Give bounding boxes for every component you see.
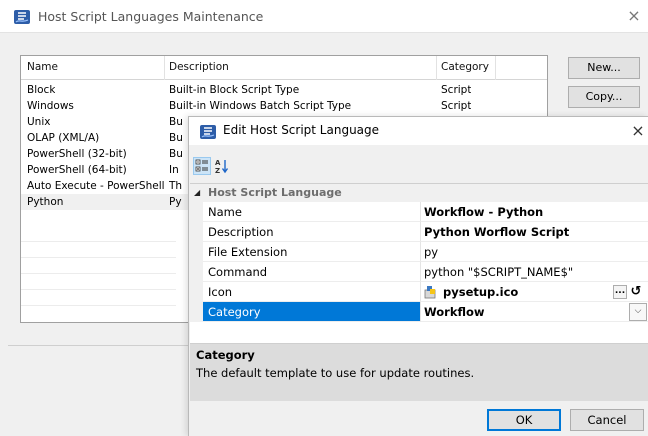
window-title: Host Script Languages Maintenance bbox=[38, 9, 264, 24]
help-title: Category bbox=[196, 348, 255, 362]
cell-name: Python bbox=[27, 196, 64, 208]
empty-row bbox=[21, 226, 176, 242]
empty-row bbox=[21, 242, 176, 258]
cell-name: Windows bbox=[27, 100, 74, 112]
window-titlebar: Host Script Languages Maintenance × bbox=[0, 0, 648, 33]
property-label: Command bbox=[203, 262, 421, 282]
divider bbox=[8, 345, 188, 346]
property-value-command[interactable]: python "$SCRIPT_NAME$" bbox=[421, 262, 648, 282]
property-value-name[interactable]: Workflow - Python bbox=[421, 202, 648, 222]
ok-button[interactable]: OK bbox=[487, 409, 561, 431]
script-app-icon bbox=[200, 125, 216, 139]
property-row-description[interactable]: Description Python Worflow Script bbox=[190, 222, 648, 242]
property-label: File Extension bbox=[203, 242, 421, 262]
cell-category: Script bbox=[441, 84, 472, 96]
property-row-name[interactable]: Name Workflow - Python bbox=[190, 202, 648, 222]
copy-button[interactable]: Copy... bbox=[568, 86, 640, 108]
cell-description: Py bbox=[169, 196, 182, 208]
cell-description: Built-in Block Script Type bbox=[169, 84, 300, 96]
dialog-titlebar: Edit Host Script Language × bbox=[189, 117, 648, 145]
empty-row bbox=[21, 258, 176, 274]
svg-text:A: A bbox=[215, 159, 221, 167]
chevron-down-icon[interactable]: ⌵ bbox=[629, 303, 647, 321]
cell-description: Bu bbox=[169, 132, 183, 144]
row-gutter bbox=[190, 282, 203, 302]
categorized-view-icon bbox=[195, 159, 208, 172]
empty-row bbox=[21, 290, 176, 306]
category-header[interactable]: ◢ Host Script Language bbox=[190, 184, 648, 202]
cell-description: In bbox=[169, 164, 179, 176]
row-gutter bbox=[190, 222, 203, 242]
cell-name: Unix bbox=[27, 116, 51, 128]
property-label: Icon bbox=[203, 282, 421, 302]
column-separator bbox=[436, 56, 437, 80]
sort-az-icon[interactable]: A Z bbox=[213, 157, 231, 175]
list-header: Name Description Category bbox=[21, 56, 547, 80]
empty-row bbox=[21, 274, 176, 290]
browse-button[interactable]: ... bbox=[613, 285, 627, 299]
property-value-file-extension[interactable]: py bbox=[421, 242, 648, 262]
svg-text:Z: Z bbox=[215, 167, 220, 174]
property-label: Description bbox=[203, 222, 421, 242]
table-row[interactable]: Windows Built-in Windows Batch Script Ty… bbox=[21, 98, 547, 114]
icon-filename: pysetup.ico bbox=[443, 285, 519, 299]
categorized-view-icon[interactable] bbox=[193, 157, 211, 175]
cell-name: OLAP (XML/A) bbox=[27, 132, 100, 144]
column-separator bbox=[495, 56, 496, 80]
new-button[interactable]: New... bbox=[568, 57, 640, 79]
cell-name: PowerShell (32-bit) bbox=[27, 148, 127, 160]
cell-description: Bu bbox=[169, 148, 183, 160]
property-label: Category bbox=[203, 302, 421, 322]
cell-name: Block bbox=[27, 84, 56, 96]
script-app-icon bbox=[14, 10, 30, 24]
property-row-file-extension[interactable]: File Extension py bbox=[190, 242, 648, 262]
property-value-icon[interactable]: pysetup.ico ... ↺ bbox=[421, 282, 648, 302]
property-label: Name bbox=[203, 202, 421, 222]
dialog-title: Edit Host Script Language bbox=[223, 123, 380, 137]
cell-description: Built-in Windows Batch Script Type bbox=[169, 100, 352, 112]
cell-description: Th bbox=[169, 180, 183, 192]
column-header-name[interactable]: Name bbox=[27, 61, 58, 73]
row-gutter bbox=[190, 242, 203, 262]
row-gutter bbox=[190, 302, 203, 322]
close-icon[interactable]: × bbox=[629, 121, 647, 141]
reset-icon[interactable]: ↺ bbox=[629, 285, 643, 299]
property-value-description[interactable]: Python Worflow Script bbox=[421, 222, 648, 242]
edit-host-script-language-dialog: Edit Host Script Language × A Z ◢ Host S… bbox=[188, 116, 648, 436]
property-row-command[interactable]: Command python "$SCRIPT_NAME$" bbox=[190, 262, 648, 282]
property-grid: ◢ Host Script Language Name Workflow - P… bbox=[190, 183, 648, 343]
category-header-label: Host Script Language bbox=[208, 186, 342, 199]
column-header-category[interactable]: Category bbox=[441, 61, 489, 73]
help-panel: Category The default template to use for… bbox=[190, 343, 648, 401]
property-value-category[interactable]: Workflow bbox=[421, 302, 648, 322]
cell-description: Bu bbox=[169, 116, 183, 128]
property-row-icon[interactable]: Icon pysetup.ico ... ↺ bbox=[190, 282, 648, 302]
sort-az-icon: A Z bbox=[215, 159, 229, 175]
cell-category: Script bbox=[441, 100, 472, 112]
cell-name: PowerShell (64-bit) bbox=[27, 164, 127, 176]
row-gutter bbox=[190, 202, 203, 222]
column-separator bbox=[164, 56, 165, 80]
collapse-triangle-icon[interactable]: ◢ bbox=[194, 184, 200, 202]
row-gutter bbox=[190, 262, 203, 282]
table-row[interactable]: Block Built-in Block Script Type Script bbox=[21, 82, 547, 98]
cancel-button[interactable]: Cancel bbox=[570, 409, 644, 431]
help-description: The default template to use for update r… bbox=[196, 366, 475, 380]
close-icon[interactable]: × bbox=[624, 6, 644, 26]
python-setup-icon bbox=[424, 286, 436, 299]
property-row-category[interactable]: Category Workflow ⌵ bbox=[190, 302, 648, 322]
column-header-description[interactable]: Description bbox=[169, 61, 229, 73]
cell-name: Auto Execute - PowerShell bbox=[27, 180, 165, 192]
